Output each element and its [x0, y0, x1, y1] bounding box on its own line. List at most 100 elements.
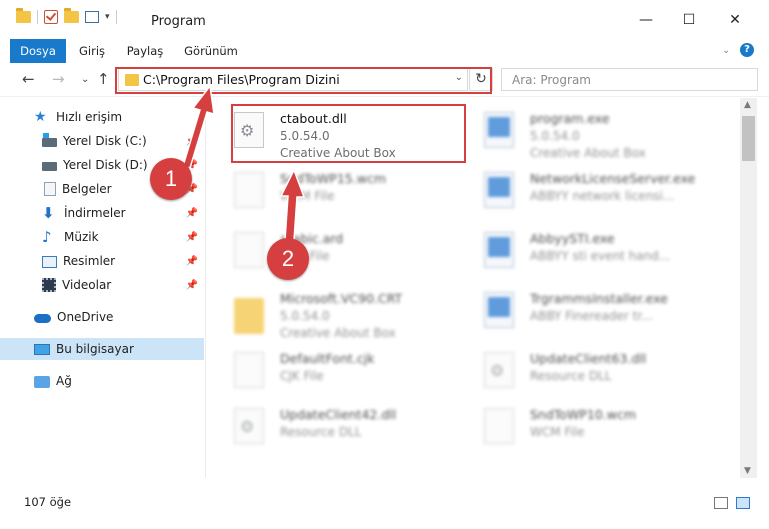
file-name: SndToWP15.wcm	[280, 171, 386, 186]
scroll-thumb[interactable]	[742, 116, 755, 161]
sidebar-item-label: Belgeler	[62, 182, 112, 196]
address-highlight-box	[115, 67, 492, 94]
file-item[interactable]: DefaultFont.cjk CJK File	[210, 342, 440, 398]
file-type: ABBY Finereader tr...	[530, 309, 653, 323]
sidebar-item-label: Bu bilgisayar	[56, 342, 134, 356]
help-icon[interactable]: ?	[740, 43, 754, 57]
properties-check-icon[interactable]	[44, 10, 58, 24]
network-icon	[34, 375, 50, 388]
pin-icon[interactable]: 📌	[186, 136, 198, 147]
file-name: AbbyySTI.exe	[530, 231, 615, 246]
disk-icon	[42, 133, 57, 147]
tiles-view-icon[interactable]	[736, 497, 750, 509]
file-name: program.exe	[530, 111, 610, 126]
file-item[interactable]: arabic.ard ARD File	[210, 222, 440, 278]
ribbon-tabs: Dosya Giriş Paylaş Görünüm ⌄ ?	[0, 39, 769, 63]
pin-icon[interactable]: 📌	[186, 232, 198, 243]
back-arrow-icon[interactable]: ←	[22, 70, 35, 88]
tab-file[interactable]: Dosya	[10, 39, 66, 63]
pictures-icon	[42, 255, 57, 268]
sidebar-item-pictures[interactable]: Resimler 📌	[0, 250, 204, 272]
pin-icon[interactable]: 📌	[186, 256, 198, 267]
recent-dropdown-icon[interactable]: ⌄	[81, 74, 89, 85]
details-view-icon[interactable]	[714, 497, 728, 509]
tab-share[interactable]: Paylaş	[122, 39, 168, 63]
cloud-icon	[34, 314, 51, 323]
view-props-icon[interactable]	[85, 11, 99, 23]
dll-file-icon	[234, 408, 264, 444]
sidebar-item-network[interactable]: Ağ	[0, 370, 204, 392]
file-item[interactable]: NetworkLicenseServer.exe ABBYY network l…	[460, 162, 695, 218]
file-name: UpdateClient42.dll	[280, 407, 397, 422]
separator	[115, 10, 117, 24]
sidebar-item-quick-access[interactable]: ★ Hızlı erişim	[0, 106, 204, 128]
sidebar-item-onedrive[interactable]: OneDrive	[0, 306, 204, 328]
sidebar-item-this-pc[interactable]: Bu bilgisayar	[0, 338, 204, 360]
file-item[interactable]: UpdateClient42.dll Resource DLL	[210, 398, 440, 454]
callout-2: 2	[267, 238, 309, 280]
file-item[interactable]: SndToWP15.wcm WCM File	[210, 162, 440, 218]
file-name: TrgrammsInstaller.exe	[530, 291, 668, 306]
sidebar-item-label: Hızlı erişim	[56, 110, 123, 124]
computer-icon	[34, 344, 50, 355]
close-button[interactable]: ✕	[720, 8, 750, 32]
file-name: UpdateClient63.dll	[530, 351, 647, 366]
music-icon: ♪	[42, 228, 52, 246]
separator	[37, 10, 38, 24]
file-item[interactable]: Microsoft.VC90.CRT 5.0.54.0 Creative Abo…	[210, 282, 440, 340]
tab-home[interactable]: Giriş	[72, 39, 112, 63]
exe-file-icon	[484, 232, 514, 268]
maximize-button[interactable]: ☐	[674, 8, 704, 32]
file-item[interactable]: SndToWP10.wcm WCM File	[460, 398, 690, 454]
pane-divider[interactable]	[205, 98, 206, 478]
star-icon: ★	[34, 109, 47, 125]
file-icon	[234, 352, 264, 388]
close-icon: ✕	[729, 12, 741, 28]
file-type: ABBYY network licensi...	[530, 189, 675, 203]
exe-file-icon	[484, 292, 514, 328]
file-type: ABBYY sti event hand...	[530, 249, 671, 263]
file-item[interactable]: TrgrammsInstaller.exe ABBY Finereader tr…	[460, 282, 690, 338]
vertical-scrollbar[interactable]: ▲ ▼	[740, 98, 757, 478]
pin-icon[interactable]: 📌	[186, 208, 198, 219]
file-item[interactable]: program.exe 5.0.54.0 Creative About Box	[460, 102, 690, 160]
file-item[interactable]: AbbyySTI.exe ABBYY sti event hand...	[460, 222, 690, 278]
file-icon	[234, 172, 264, 208]
dll-file-icon	[484, 352, 514, 388]
minimize-icon: —	[639, 12, 653, 28]
tab-view[interactable]: Görünüm	[180, 39, 242, 63]
file-name: NetworkLicenseServer.exe	[530, 171, 696, 186]
customize-dropdown-icon[interactable]: ▾	[105, 12, 110, 22]
quick-access-toolbar: ▾	[16, 8, 117, 24]
file-type: Resource DLL	[530, 369, 612, 383]
scroll-up-icon[interactable]: ▲	[744, 100, 751, 110]
file-version: 5.0.54.0	[280, 309, 330, 323]
ribbon-expand-icon[interactable]: ⌄	[722, 45, 730, 56]
file-version: 5.0.54.0	[530, 129, 580, 143]
pin-icon[interactable]: 📌	[186, 280, 198, 291]
sidebar-item-label: Yerel Disk (C:)	[63, 134, 147, 148]
search-placeholder: Ara: Program	[512, 73, 591, 87]
new-folder-icon[interactable]	[64, 8, 79, 23]
sidebar-item-disk-c[interactable]: Yerel Disk (C:) 📌	[0, 130, 204, 152]
sidebar-item-music[interactable]: ♪ Müzik 📌	[0, 226, 204, 248]
scroll-down-icon[interactable]: ▼	[744, 466, 751, 476]
window-title: Program	[151, 14, 206, 29]
minimize-button[interactable]: —	[631, 8, 661, 32]
videos-icon	[42, 278, 56, 292]
navigation-pane: ★ Hızlı erişim Yerel Disk (C:) 📌 Yerel D…	[0, 98, 207, 478]
file-type: WCM File	[280, 189, 335, 203]
sidebar-item-label: Yerel Disk (D:)	[63, 158, 148, 172]
sidebar-item-downloads[interactable]: ⬇ İndirmeler 📌	[0, 202, 204, 224]
up-arrow-icon[interactable]: ↑	[97, 70, 110, 88]
exe-file-icon	[484, 112, 514, 148]
folder-icon	[16, 8, 31, 23]
forward-arrow-icon[interactable]: →	[52, 70, 65, 88]
file-name: DefaultFont.cjk	[280, 351, 375, 366]
file-item[interactable]: UpdateClient63.dll Resource DLL	[460, 342, 690, 398]
search-input[interactable]: Ara: Program	[501, 68, 758, 91]
file-type: CJK File	[280, 369, 324, 383]
file-type: Resource DLL	[280, 425, 362, 439]
sidebar-item-videos[interactable]: Videolar 📌	[0, 274, 204, 296]
sidebar-item-label: OneDrive	[57, 310, 114, 324]
